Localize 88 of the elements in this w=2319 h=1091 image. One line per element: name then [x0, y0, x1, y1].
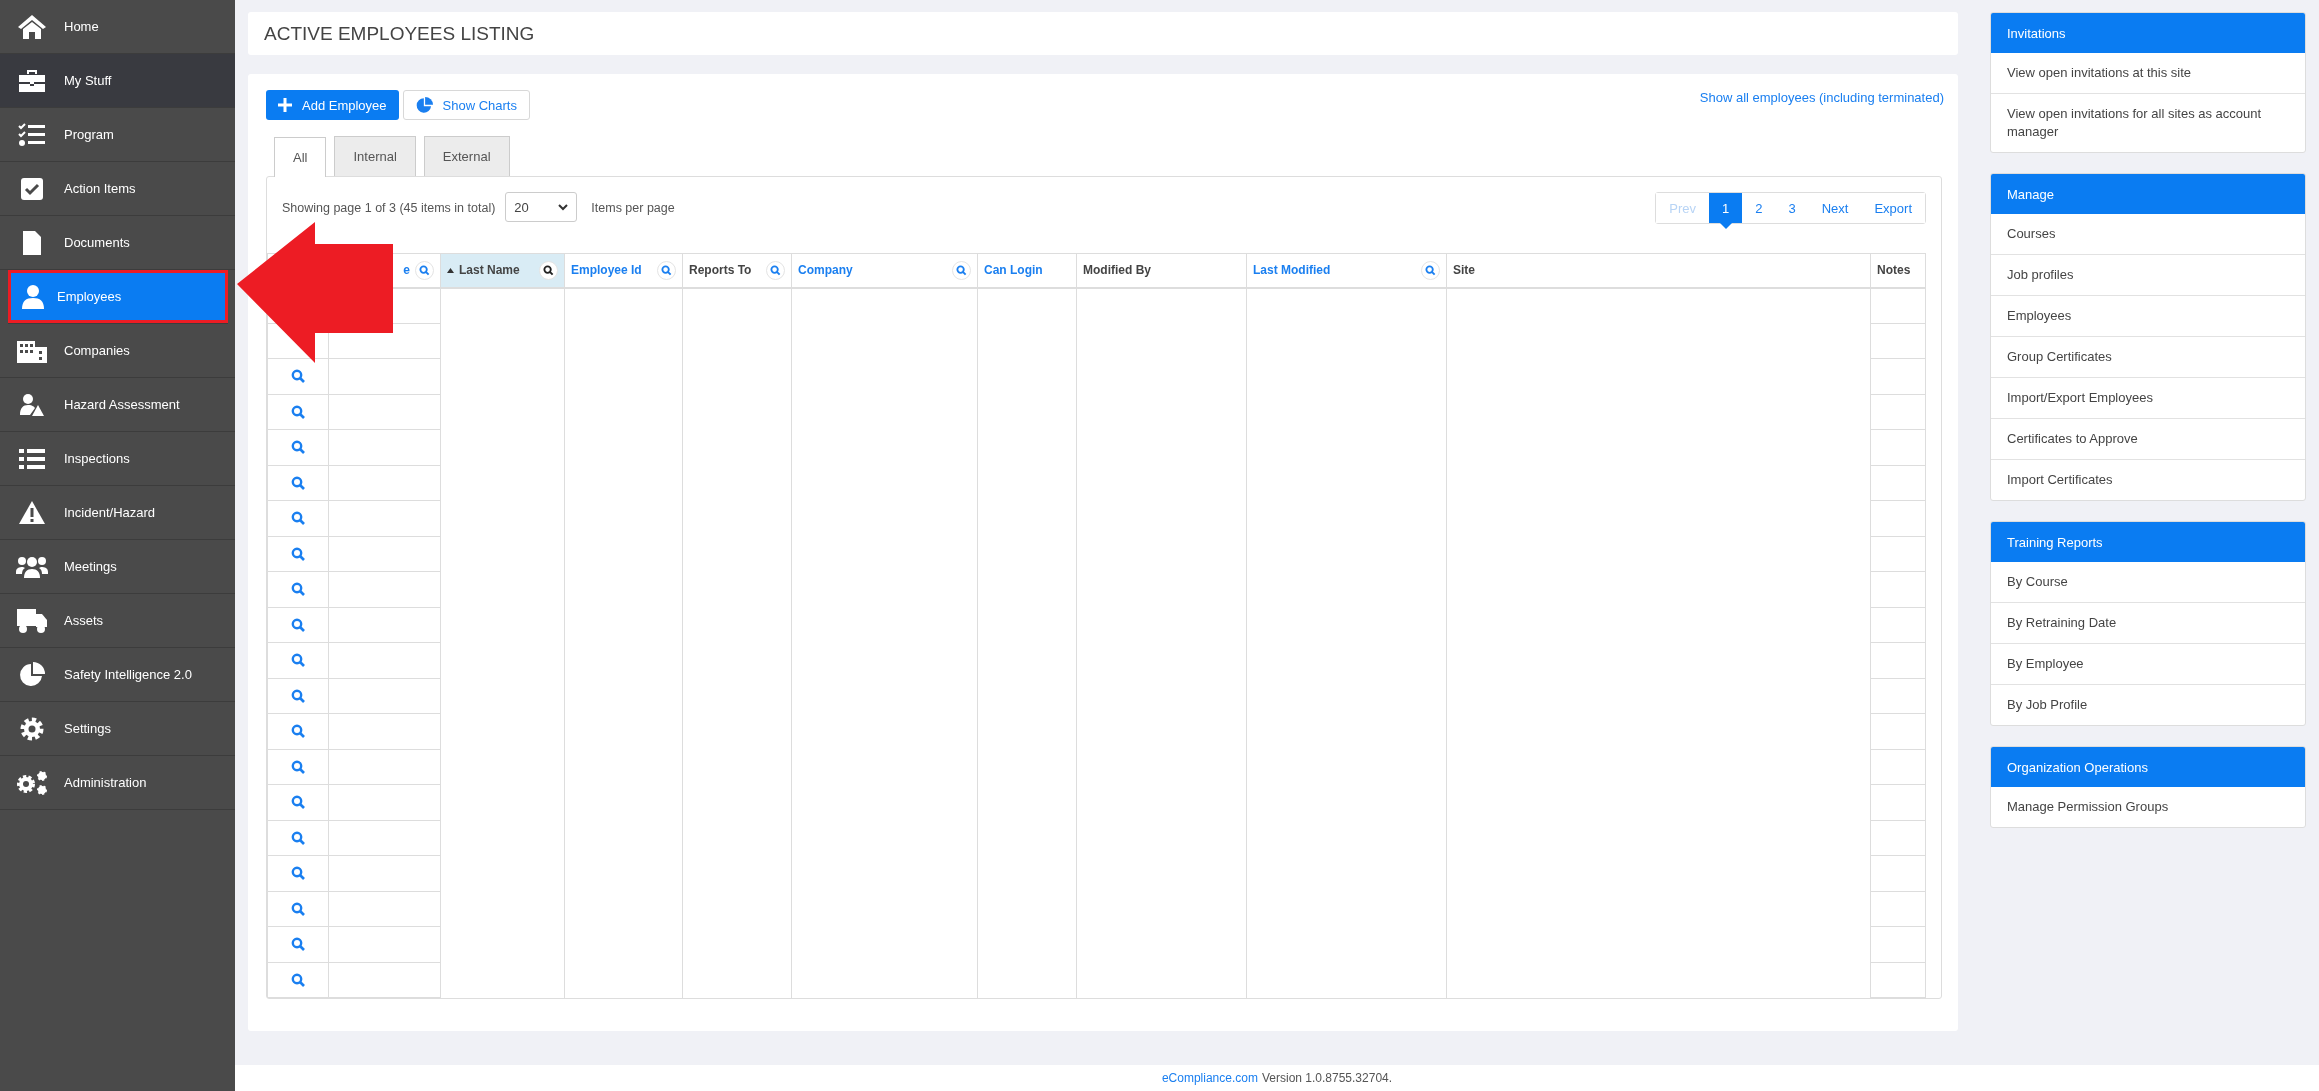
pie-chart-icon: [19, 661, 45, 688]
panel-link[interactable]: By Course: [1991, 562, 2305, 602]
sidebar-item[interactable]: Companies: [0, 324, 235, 378]
filter-search-icon[interactable]: [539, 260, 558, 280]
panel-title: Manage: [1991, 174, 2305, 214]
sidebar-item[interactable]: Program: [0, 108, 235, 162]
search-icon[interactable]: [291, 546, 305, 561]
checklist-icon: [18, 122, 46, 147]
truck-icon: [16, 607, 48, 634]
panel-link[interactable]: View open invitations at this site: [1991, 53, 2305, 93]
panel-link[interactable]: Import/Export Employees: [1991, 377, 2305, 418]
warning-icon: [18, 500, 46, 525]
panel-link[interactable]: Employees: [1991, 295, 2305, 336]
search-icon[interactable]: [291, 759, 305, 774]
sidebar-item[interactable]: Incident/Hazard: [0, 486, 235, 540]
search-icon[interactable]: [291, 795, 305, 810]
search-icon[interactable]: [291, 404, 305, 419]
panel-link[interactable]: By Retraining Date: [1991, 602, 2305, 643]
search-icon[interactable]: [291, 688, 305, 703]
pagination-button[interactable]: 1: [1709, 193, 1743, 223]
sidebar-item[interactable]: Assets: [0, 594, 235, 648]
column-label: Notes: [1877, 263, 1912, 278]
tab[interactable]: External: [423, 136, 510, 176]
search-icon[interactable]: [291, 972, 305, 987]
panel-link[interactable]: Import Certificates: [1991, 459, 2305, 500]
chevron-down-icon: [558, 203, 569, 211]
sidebar-item[interactable]: Action Items: [0, 162, 235, 216]
show-charts-button[interactable]: Show Charts: [402, 90, 530, 120]
show-all-employees-link[interactable]: Show all employees (including terminated): [1699, 90, 1944, 105]
document-icon: [22, 229, 42, 256]
sidebar-item[interactable]: Meetings: [0, 540, 235, 594]
sidebar-item[interactable]: Administration: [0, 756, 235, 810]
column-label: Last Name: [459, 263, 521, 278]
sidebar-item[interactable]: Employees: [8, 270, 228, 324]
home-icon: [17, 13, 47, 40]
checkbox-icon: [20, 176, 44, 201]
search-icon[interactable]: [291, 617, 305, 632]
column-label: Modified By: [1083, 263, 1152, 278]
panel-link[interactable]: Manage Permission Groups: [1991, 787, 2305, 827]
panel-link[interactable]: View open invitations for all sites as account manager: [1991, 93, 2305, 152]
search-icon[interactable]: [291, 830, 305, 845]
panel-link[interactable]: Certificates to Approve: [1991, 418, 2305, 459]
panel-title: Organization Operations: [1991, 747, 2305, 787]
sidebar-item[interactable]: Hazard Assessment: [0, 378, 235, 432]
panel-title: Invitations: [1991, 13, 2305, 53]
search-icon[interactable]: [291, 901, 305, 916]
search-icon[interactable]: [291, 724, 305, 739]
version-text: Version 1.0.8755.32704.: [1261, 1071, 1393, 1085]
tab[interactable]: All: [274, 137, 327, 177]
page-title: ACTIVE EMPLOYEES LISTING: [264, 22, 535, 45]
panel-link[interactable]: Job profiles: [1991, 254, 2305, 295]
group-icon: [16, 554, 48, 579]
search-icon[interactable]: [291, 369, 305, 384]
sidebar-item[interactable]: Safety Intelligence 2.0: [0, 648, 235, 702]
footer-link[interactable]: eCompliance.com: [1161, 1071, 1258, 1085]
search-icon[interactable]: [291, 937, 305, 952]
search-icon[interactable]: [291, 582, 305, 597]
column-label: Reports To: [689, 263, 753, 278]
add-employee-button[interactable]: Add Employee: [266, 90, 399, 120]
search-icon[interactable]: [291, 511, 305, 526]
search-icon[interactable]: [291, 866, 305, 881]
search-icon[interactable]: [291, 653, 305, 668]
search-icon[interactable]: [291, 475, 305, 490]
panel-title: Training Reports: [1991, 522, 2305, 562]
column-label[interactable]: e: [403, 263, 410, 278]
column-label: Site: [1453, 263, 1476, 278]
gears-icon: [15, 768, 49, 797]
panel-link[interactable]: Group Certificates: [1991, 336, 2305, 377]
sidebar-item[interactable]: My Stuff: [0, 54, 235, 108]
pie-chart-icon: [415, 96, 433, 114]
panel-link[interactable]: By Job Profile: [1991, 684, 2305, 725]
person-icon: [19, 283, 46, 310]
sidebar-item[interactable]: Inspections: [0, 432, 235, 486]
person-warning-icon: [19, 392, 45, 417]
list-icon: [18, 447, 46, 470]
panel-link[interactable]: By Employee: [1991, 643, 2305, 684]
search-icon[interactable]: [291, 440, 305, 455]
panel-link[interactable]: Courses: [1991, 214, 2305, 254]
per-page-select[interactable]: 20: [505, 192, 578, 222]
per-page-label: Items per page: [591, 201, 675, 215]
briefcase-icon: [18, 68, 46, 93]
sort-up-icon: [447, 267, 454, 273]
sidebar-item[interactable]: Settings: [0, 702, 235, 756]
paging-summary: Showing page 1 of 3 (45 items in total): [282, 201, 496, 215]
plus-icon: [278, 98, 292, 112]
sorted-column-header[interactable]: Last Name: [440, 253, 565, 288]
gear-icon: [19, 715, 45, 742]
tab[interactable]: Internal: [334, 136, 416, 176]
